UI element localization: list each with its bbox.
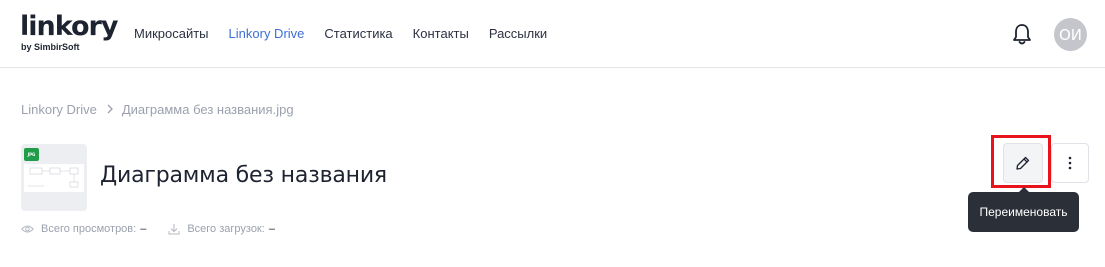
breadcrumb-current: Диаграмма без названия.jpg: [121, 101, 294, 117]
views-stat: Всего просмотров: –: [21, 223, 146, 235]
rename-button[interactable]: [1003, 143, 1043, 183]
downloads-label: Всего загрузок:: [187, 223, 265, 235]
main-nav: Микросайты Linkory Drive Статистика Конт…: [134, 0, 567, 68]
logo-wordmark: linkory: [20, 11, 118, 42]
breadcrumb-root[interactable]: Linkory Drive: [21, 102, 97, 117]
download-icon: [168, 224, 180, 235]
breadcrumb: Linkory Drive Диаграмма без названия.jpg: [21, 100, 294, 118]
more-vertical-icon: [1068, 156, 1072, 170]
bell-icon[interactable]: [1011, 22, 1033, 46]
pencil-icon: [1016, 156, 1030, 170]
user-avatar[interactable]: ОИ: [1054, 18, 1087, 51]
rename-tooltip: Переименовать: [968, 187, 1079, 232]
eye-icon: [21, 225, 34, 233]
diagram-preview-icon: [28, 167, 79, 188]
logo-tagline: by SimbirSoft: [21, 42, 80, 52]
thumbnail-preview: [24, 164, 84, 192]
file-stats: Всего просмотров: – Всего загрузок: –: [21, 220, 297, 238]
views-label: Всего просмотров:: [41, 223, 137, 235]
nav-item-linkory-drive[interactable]: Linkory Drive: [229, 26, 305, 42]
more-options-button[interactable]: [1051, 143, 1089, 183]
nav-item-mailings[interactable]: Рассылки: [489, 26, 547, 42]
nav-item-microsites[interactable]: Микросайты: [134, 26, 209, 42]
file-thumbnail: JPG: [21, 144, 87, 211]
downloads-stat: Всего загрузок: –: [168, 223, 275, 235]
downloads-value: –: [268, 223, 275, 235]
top-header: linkory by SimbirSoft Микросайты Linkory…: [0, 0, 1105, 68]
file-title: Диаграмма без названия: [100, 163, 387, 188]
jpg-badge: JPG: [24, 148, 39, 161]
nav-item-contacts[interactable]: Контакты: [413, 26, 469, 42]
nav-item-statistics[interactable]: Статистика: [324, 26, 392, 42]
linkory-logo[interactable]: linkory by SimbirSoft: [20, 12, 118, 56]
chevron-right-icon: [107, 104, 113, 114]
views-value: –: [140, 223, 147, 235]
